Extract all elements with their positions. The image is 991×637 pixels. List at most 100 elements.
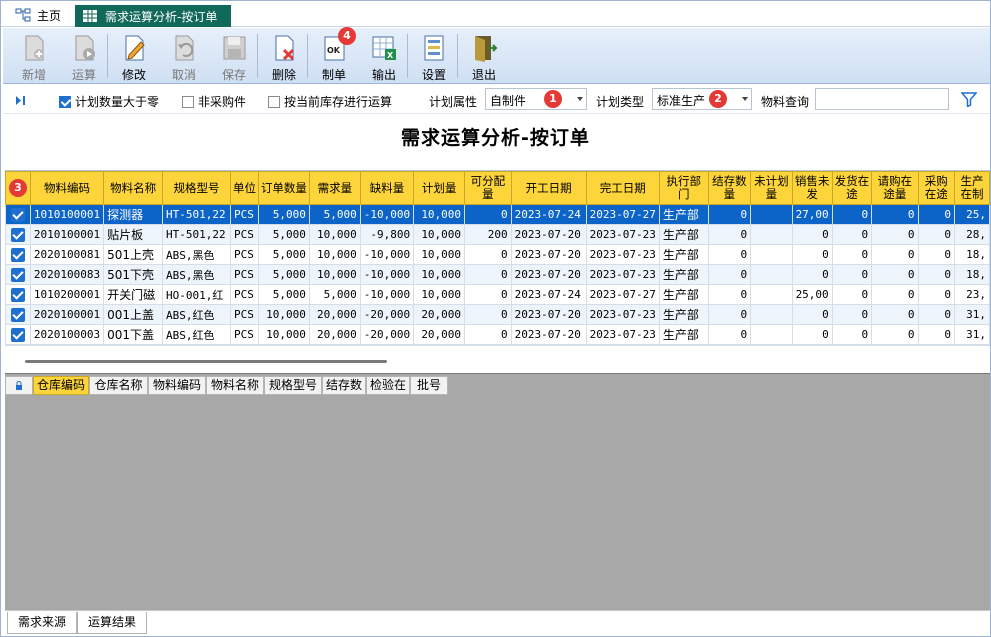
plan-attr-select[interactable]: 自制件 1 xyxy=(485,88,587,110)
cell-finish-date[interactable]: 2023-07-27 xyxy=(585,284,660,305)
col-header-request-in-transit[interactable]: 请购在途量 xyxy=(871,171,919,205)
col-header-purchase-in-transit[interactable]: 采购在途 xyxy=(917,171,956,205)
table-row[interactable]: 2020100081 501上壳 ABS,黑色 PCS 5,000 10,000 -10,0… xyxy=(5,244,990,265)
col-header-dept[interactable]: 执行部门 xyxy=(658,171,709,205)
cell-ship-in-transit[interactable]: 0 xyxy=(831,244,873,265)
cell-spec[interactable]: ABS,黑色 xyxy=(162,244,232,265)
col-header-start-date[interactable]: 开工日期 xyxy=(510,171,587,205)
cell-start-date[interactable]: 2023-07-20 xyxy=(510,244,587,265)
lower-col-inspecting[interactable]: 检验在 xyxy=(366,376,410,395)
cell-purchase-in-transit[interactable]: 0 xyxy=(917,324,956,345)
cell-stock-qty[interactable]: 0 xyxy=(707,264,752,285)
col-header-allocatable-qty[interactable]: 可分配量 xyxy=(464,171,512,205)
cell-ship-in-transit[interactable]: 0 xyxy=(831,204,873,225)
lower-col-material-name[interactable]: 物料名称 xyxy=(206,376,264,395)
cell-unit[interactable]: PCS xyxy=(230,204,259,225)
cell-demand-qty[interactable]: 5,000 xyxy=(308,284,361,305)
run-button[interactable]: 运算 xyxy=(61,30,107,82)
cell-finish-date[interactable]: 2023-07-23 xyxy=(585,324,660,345)
cell-plan-qty[interactable]: 10,000 xyxy=(413,224,466,245)
save-button[interactable]: 保存 xyxy=(211,30,257,82)
cell-request-in-transit[interactable]: 0 xyxy=(871,284,919,305)
cell-shortage-qty[interactable]: -9,800 xyxy=(359,224,415,245)
col-header-demand-qty[interactable]: 需求量 xyxy=(308,171,361,205)
cell-order-qty[interactable]: 5,000 xyxy=(257,264,310,285)
cell-purchase-in-transit[interactable]: 0 xyxy=(917,224,956,245)
cell-start-date[interactable]: 2023-07-20 xyxy=(510,304,587,325)
cell-finish-date[interactable]: 2023-07-23 xyxy=(585,224,660,245)
cell-shortage-qty[interactable]: -10,000 xyxy=(359,204,415,225)
cell-order-qty[interactable]: 5,000 xyxy=(257,204,310,225)
cell-material-code[interactable]: 1010100001 xyxy=(29,204,105,225)
col-header-unplanned-qty[interactable]: 未计划量 xyxy=(750,171,793,205)
lower-col-warehouse-name[interactable]: 仓库名称 xyxy=(89,376,148,395)
cell-shortage-qty[interactable]: -20,000 xyxy=(359,304,415,325)
cell-dept[interactable]: 生产部 xyxy=(658,304,709,325)
cell-shortage-qty[interactable]: -10,000 xyxy=(359,244,415,265)
cell-unplanned-qty[interactable] xyxy=(750,264,793,285)
plan-gt-zero-checkbox[interactable]: 计划数量大于零 xyxy=(59,93,159,110)
cell-in-production[interactable]: 23, xyxy=(954,284,990,305)
col-header-material-code[interactable]: 物料编码 xyxy=(29,171,105,205)
cell-purchase-in-transit[interactable]: 0 xyxy=(917,304,956,325)
cell-in-production[interactable]: 28, xyxy=(954,224,990,245)
cell-sales-unshipped[interactable]: 0 xyxy=(791,264,833,285)
col-header-material-name[interactable]: 物料名称 xyxy=(103,171,164,205)
cell-unit[interactable]: PCS xyxy=(230,244,259,265)
cell-unit[interactable]: PCS xyxy=(230,284,259,305)
cell-finish-date[interactable]: 2023-07-23 xyxy=(585,264,660,285)
cell-unplanned-qty[interactable] xyxy=(750,204,793,225)
row-checkbox[interactable] xyxy=(5,324,31,345)
cell-material-name[interactable]: 001下盖 xyxy=(103,324,164,345)
col-header-finish-date[interactable]: 完工日期 xyxy=(585,171,660,205)
cell-allocatable-qty[interactable]: 0 xyxy=(464,304,512,325)
cell-ship-in-transit[interactable]: 0 xyxy=(831,284,873,305)
cell-dept[interactable]: 生产部 xyxy=(658,244,709,265)
cell-purchase-in-transit[interactable]: 0 xyxy=(917,244,956,265)
cell-material-code[interactable]: 2020100001 xyxy=(29,304,105,325)
tab-calc-result[interactable]: 运算结果 xyxy=(77,612,147,634)
cell-shortage-qty[interactable]: -10,000 xyxy=(359,284,415,305)
cell-request-in-transit[interactable]: 0 xyxy=(871,264,919,285)
cell-material-code[interactable]: 2020100083 xyxy=(29,264,105,285)
cell-purchase-in-transit[interactable]: 0 xyxy=(917,264,956,285)
cell-material-name[interactable]: 501下壳 xyxy=(103,264,164,285)
cell-plan-qty[interactable]: 20,000 xyxy=(413,324,466,345)
cell-material-code[interactable]: 2020100081 xyxy=(29,244,105,265)
cell-spec[interactable]: HO-001,红 xyxy=(162,284,232,305)
table-row[interactable]: 1010100001 探测器 HT-501,22 PCS 5,000 5,000 -10,0… xyxy=(5,204,990,225)
cell-in-production[interactable]: 31, xyxy=(954,304,990,325)
cell-start-date[interactable]: 2023-07-24 xyxy=(510,284,587,305)
table-row[interactable]: 2010100001 贴片板 HT-501,22 PCS 5,000 10,000 -9,8… xyxy=(5,224,990,245)
cell-order-qty[interactable]: 5,000 xyxy=(257,244,310,265)
cell-request-in-transit[interactable]: 0 xyxy=(871,244,919,265)
tab-home[interactable]: 主页 xyxy=(9,5,67,25)
cell-plan-qty[interactable]: 10,000 xyxy=(413,264,466,285)
cell-stock-qty[interactable]: 0 xyxy=(707,284,752,305)
cell-unplanned-qty[interactable] xyxy=(750,244,793,265)
cell-material-code[interactable]: 2020100003 xyxy=(29,324,105,345)
cell-finish-date[interactable]: 2023-07-23 xyxy=(585,244,660,265)
horizontal-scrollbar[interactable] xyxy=(5,345,990,373)
cell-in-production[interactable]: 25, xyxy=(954,204,990,225)
cell-unit[interactable]: PCS xyxy=(230,304,259,325)
cell-unit[interactable]: PCS xyxy=(230,224,259,245)
cell-material-name[interactable]: 开关门磁 xyxy=(103,284,164,305)
cell-in-production[interactable]: 31, xyxy=(954,324,990,345)
table-row[interactable]: 1010200001 开关门磁 HO-001,红 PCS 5,000 5,000 -10,0… xyxy=(5,284,990,305)
cell-dept[interactable]: 生产部 xyxy=(658,284,709,305)
cell-stock-qty[interactable]: 0 xyxy=(707,204,752,225)
cell-allocatable-qty[interactable]: 0 xyxy=(464,244,512,265)
cell-sales-unshipped[interactable]: 0 xyxy=(791,304,833,325)
cell-in-production[interactable]: 18, xyxy=(954,264,990,285)
cell-start-date[interactable]: 2023-07-20 xyxy=(510,264,587,285)
cell-dept[interactable]: 生产部 xyxy=(658,324,709,345)
col-header-plan-qty[interactable]: 计划量 xyxy=(413,171,466,205)
tab-demand-analysis[interactable]: 需求运算分析-按订单 xyxy=(75,5,231,27)
cell-sales-unshipped[interactable]: 0 xyxy=(791,224,833,245)
plan-type-select[interactable]: 标准生产 2 xyxy=(652,88,752,110)
cell-ship-in-transit[interactable]: 0 xyxy=(831,264,873,285)
table-row[interactable]: 2020100001 001上盖 ABS,红色 PCS 10,000 20,000 -20,… xyxy=(5,304,990,325)
cell-spec[interactable]: ABS,黑色 xyxy=(162,264,232,285)
cell-sales-unshipped[interactable]: 0 xyxy=(791,244,833,265)
